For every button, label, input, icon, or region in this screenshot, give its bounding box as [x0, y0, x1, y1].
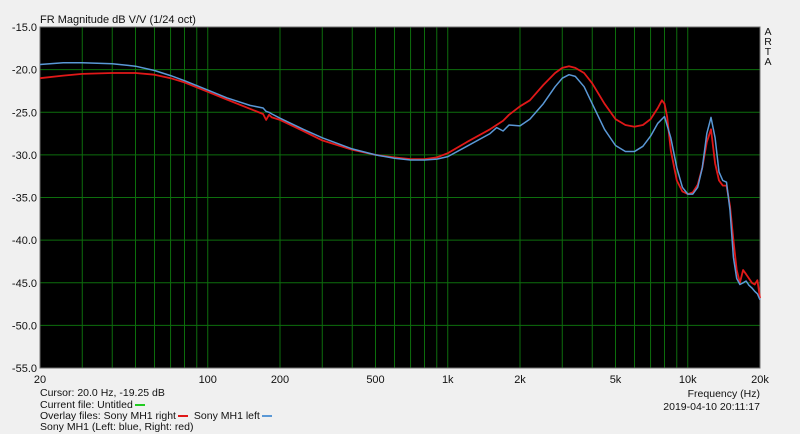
x-tick-label: 10k: [679, 374, 697, 386]
overlay-left-swatch: [261, 415, 272, 418]
x-tick-label: 1k: [442, 374, 454, 386]
y-tick-label: -35.0: [12, 193, 37, 205]
y-tick-label: -30.0: [12, 150, 37, 162]
arta-brand: A R T A: [763, 27, 773, 68]
grid: [39, 26, 761, 369]
y-tick-label: -40.0: [12, 235, 37, 247]
timestamp: 2019-04-10 20:11:17: [663, 401, 760, 413]
y-tick-label: -15.0: [12, 22, 37, 34]
y-tick-label: -20.0: [12, 65, 37, 77]
x-tick-label: 2k: [514, 374, 526, 386]
brand-letter: A: [764, 56, 772, 68]
description-line: Sony MH1 (Left: blue, Right: red): [40, 421, 194, 433]
y-tick-label: -25.0: [12, 107, 37, 119]
current-file-swatch: [134, 404, 145, 407]
overlay-left-label: Sony MH1 left: [193, 410, 260, 422]
x-tick-label: 20: [34, 374, 46, 386]
overlay-right-swatch: [177, 415, 188, 418]
cursor-readout: Cursor: 20.0 Hz, -19.25 dB: [40, 387, 165, 399]
x-tick-label: 500: [366, 374, 384, 386]
y-tick-label: -45.0: [12, 278, 37, 290]
x-tick-label: 5k: [610, 374, 622, 386]
x-axis-title: Frequency (Hz): [687, 388, 760, 400]
y-tick-label: -50.0: [12, 320, 37, 332]
chart-title: FR Magnitude dB V/V (1/24 oct): [40, 14, 196, 26]
fr-chart[interactable]: -15.0 -20.0 -25.0 -30.0 -35.0 -40.0 -45.0 -50.0…: [0, 0, 800, 434]
x-tick-label: 20k: [751, 374, 769, 386]
x-tick-label: 200: [271, 374, 289, 386]
x-tick-label: 100: [199, 374, 217, 386]
